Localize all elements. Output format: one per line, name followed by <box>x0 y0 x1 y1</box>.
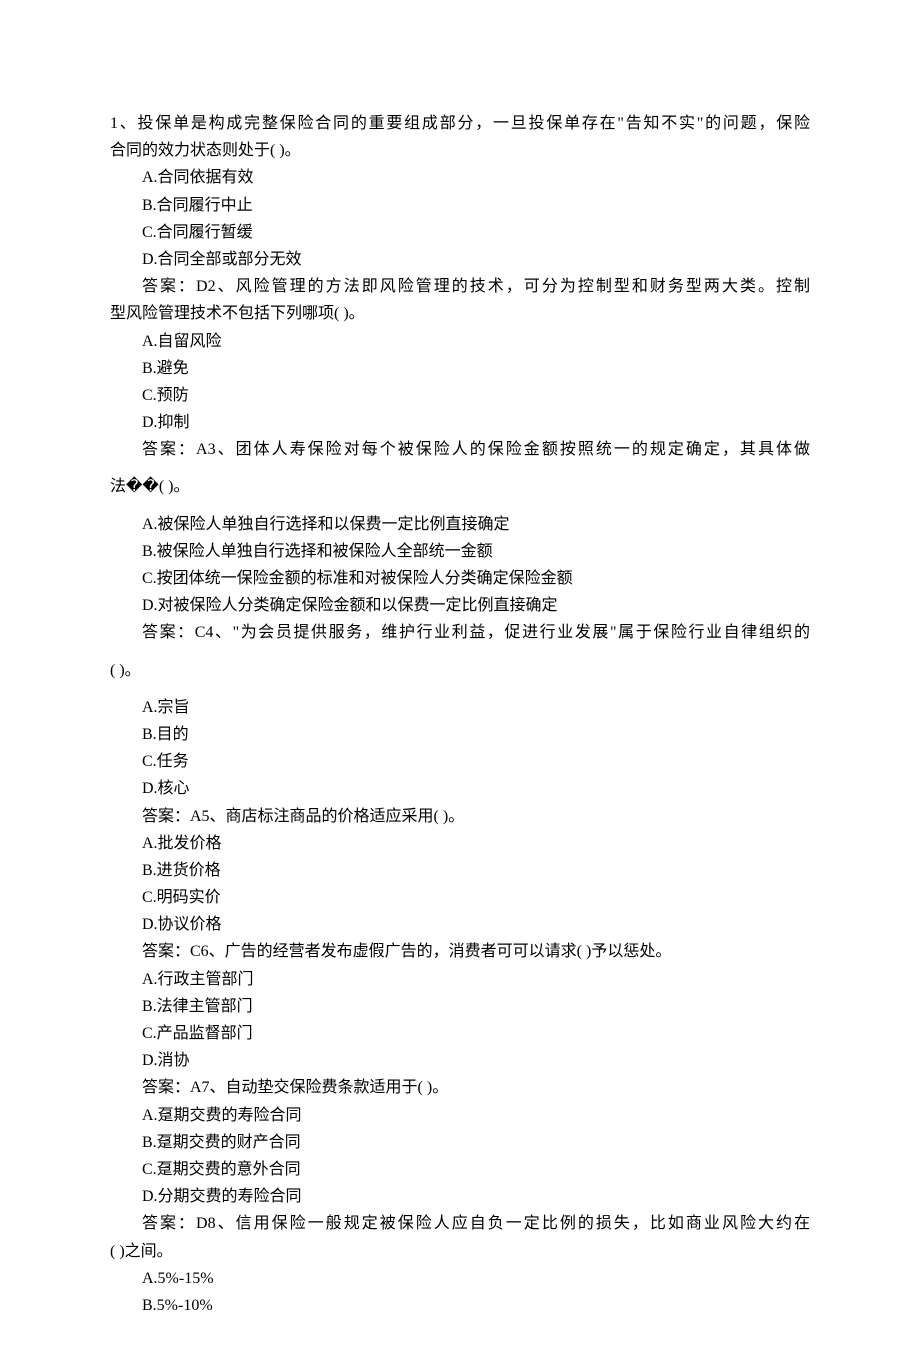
q7-option-c: C.趸期交费的意外合同 <box>110 1156 810 1183</box>
q2-option-d: D.抑制 <box>110 409 810 436</box>
q3-option-d: D.对被保险人分类确定保险金额和以保费一定比例直接确定 <box>110 592 810 619</box>
q4-option-a: A.宗旨 <box>110 694 810 721</box>
q7-option-b: B.趸期交费的财产合同 <box>110 1129 810 1156</box>
q5-option-d: D.协议价格 <box>110 911 810 938</box>
q1-option-b: B.合同履行中止 <box>110 192 810 219</box>
q6-option-b: B.法律主管部门 <box>110 993 810 1020</box>
q8-option-b: B.5%-10% <box>110 1292 810 1319</box>
q1-line2: 合同的效力状态则处于( )。 <box>110 137 810 164</box>
q5-option-c: C.明码实价 <box>110 884 810 911</box>
q1-line1: 1、投保单是构成完整保险合同的重要组成部分，一旦投保单存在"告知不实"的问题，保… <box>110 110 810 137</box>
q4-option-d: D.核心 <box>110 775 810 802</box>
answer7-q8-line: 答案：D8、信用保险一般规定被保险人应自负一定比例的损失，比如商业风险大约在 <box>110 1210 810 1237</box>
answer6-q7-line: 答案：A7、自动垫交保险费条款适用于( )。 <box>110 1074 810 1101</box>
q1-option-c: C.合同履行暂缓 <box>110 219 810 246</box>
q1-option-a: A.合同依据有效 <box>110 164 810 191</box>
q4-option-c: C.任务 <box>110 748 810 775</box>
q2-cont: 型风险管理技术不包括下列哪项( )。 <box>110 300 810 327</box>
q7-option-a: A.趸期交费的寿险合同 <box>110 1102 810 1129</box>
answer5-q6-line: 答案：C6、广告的经营者发布虚假广告的，消费者可可以请求( )予以惩处。 <box>110 938 810 965</box>
q5-option-a: A.批发价格 <box>110 830 810 857</box>
q4-cont: ( )。 <box>110 657 810 684</box>
q2-option-c: C.预防 <box>110 382 810 409</box>
q3-cont: 法��( )。 <box>110 473 810 500</box>
answer4-q5-line: 答案：A5、商店标注商品的价格适应采用( )。 <box>110 803 810 830</box>
answer1-q2-line: 答案：D2、风险管理的方法即风险管理的技术，可分为控制型和财务型两大类。控制 <box>110 273 810 300</box>
answer2-q3-line: 答案：A3、团体人寿保险对每个被保险人的保险金额按照统一的规定确定，其具体做 <box>110 436 810 463</box>
q7-option-d: D.分期交费的寿险合同 <box>110 1183 810 1210</box>
q3-option-c: C.按团体统一保险金额的标准和对被保险人分类确定保险金额 <box>110 565 810 592</box>
answer3-q4-line: 答案：C4、"为会员提供服务，维护行业利益，促进行业发展"属于保险行业自律组织的 <box>110 619 810 646</box>
q6-option-d: D.消协 <box>110 1047 810 1074</box>
q6-option-a: A.行政主管部门 <box>110 966 810 993</box>
q1-option-d: D.合同全部或部分无效 <box>110 246 810 273</box>
q6-option-c: C.产品监督部门 <box>110 1020 810 1047</box>
q2-option-a: A.自留风险 <box>110 328 810 355</box>
q5-option-b: B.进货价格 <box>110 857 810 884</box>
q8-option-a: A.5%-15% <box>110 1265 810 1292</box>
q3-option-b: B.被保险人单独自行选择和被保险人全部统一金额 <box>110 538 810 565</box>
q3-option-a: A.被保险人单独自行选择和以保费一定比例直接确定 <box>110 511 810 538</box>
q4-option-b: B.目的 <box>110 721 810 748</box>
q2-option-b: B.避免 <box>110 355 810 382</box>
q8-cont: ( )之间。 <box>110 1238 810 1265</box>
